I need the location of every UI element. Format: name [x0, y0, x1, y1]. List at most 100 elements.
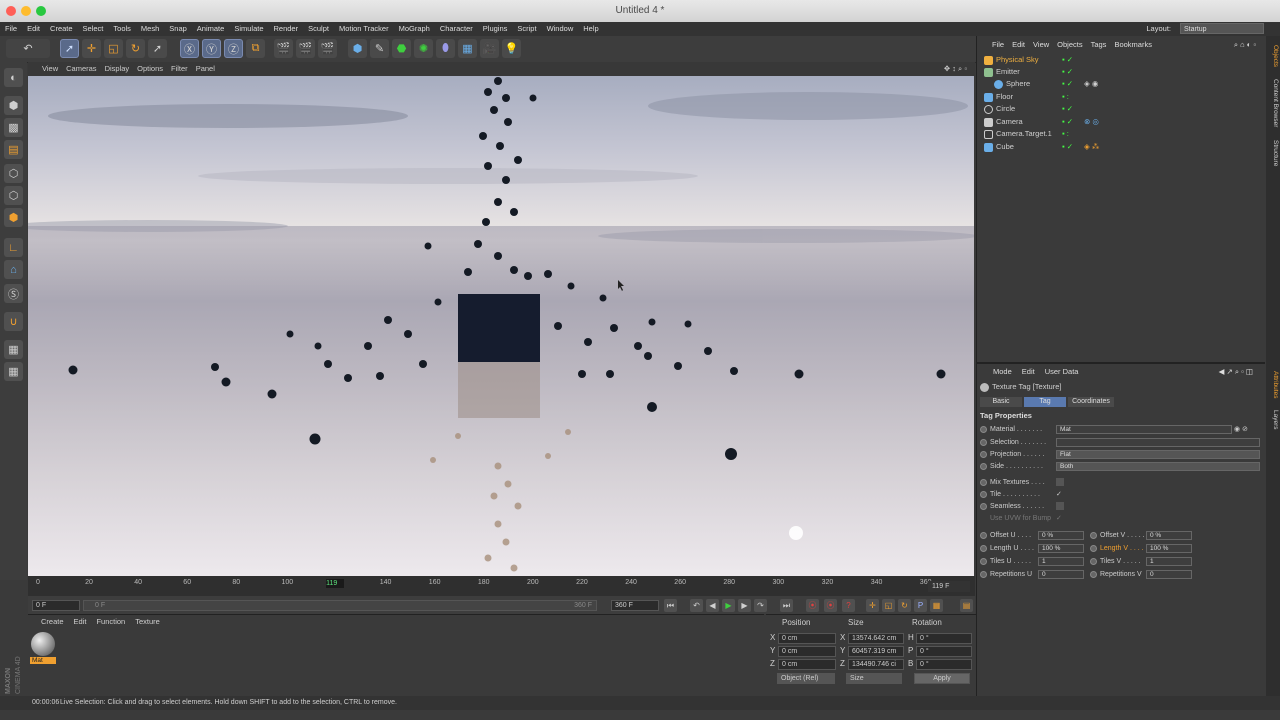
preview-range-slider[interactable]: 0 F 360 F — [83, 600, 597, 611]
object-row-sphere[interactable]: Sphere ▪ ✓ ◈ ◉ — [984, 78, 1274, 90]
length-u-field[interactable]: 100 % — [1038, 544, 1084, 553]
visibility-check-icon[interactable]: ▪ ✓ — [1062, 141, 1073, 153]
object-row-cube[interactable]: Cube ▪ ✓ ◈ ⁂ — [984, 141, 1264, 153]
side-tab-layers[interactable]: Layers — [1267, 408, 1279, 432]
model-mode-button[interactable]: ⬢ — [4, 96, 23, 115]
animate-radio-icon[interactable] — [980, 425, 987, 433]
menu-plugins[interactable]: Plugins — [478, 22, 513, 36]
next-key-button[interactable]: ↷ — [754, 599, 767, 612]
offset-v-field[interactable]: 0 % — [1146, 531, 1192, 540]
render-settings-button[interactable]: 🎬 — [318, 39, 337, 58]
visibility-check-icon[interactable]: ▪ : — [1062, 91, 1069, 103]
animate-radio-icon[interactable] — [980, 544, 987, 552]
viewport-menu-cameras[interactable]: Cameras — [62, 62, 100, 76]
object-row-camera-target[interactable]: Camera.Target.1 ▪ : — [984, 128, 1264, 140]
record-active-button[interactable]: ⦿ — [806, 599, 819, 612]
material-tag-icon[interactable]: ◈ ⁂ — [1084, 141, 1099, 153]
last-tool[interactable]: ➚ — [148, 39, 167, 58]
attributes-menu-edit[interactable]: Edit — [1017, 366, 1040, 378]
viewport-menu-filter[interactable]: Filter — [167, 62, 192, 76]
animate-radio-icon[interactable] — [980, 438, 987, 446]
key-scale-button[interactable]: ◱ — [882, 599, 895, 612]
end-frame-field[interactable]: 360 F — [611, 600, 659, 611]
spline-pen-button[interactable]: ✎ — [370, 39, 389, 58]
tweak-mode-button[interactable]: ⌂ — [4, 260, 23, 279]
animate-radio-icon[interactable] — [980, 450, 987, 458]
tile-checkbox[interactable]: ✓ — [1056, 489, 1064, 498]
side-tab-content-browser[interactable]: Content Browser — [1267, 74, 1279, 132]
use-uvw-bump-checkbox[interactable]: ✓ — [1056, 513, 1062, 524]
animate-radio-icon[interactable] — [980, 490, 987, 498]
menu-simulate[interactable]: Simulate — [229, 22, 268, 36]
object-menu-bookmarks[interactable]: Bookmarks — [1110, 38, 1156, 51]
floor-button[interactable]: ▦ — [458, 39, 477, 58]
coordinate-mode-select[interactable]: Object (Rel) — [777, 673, 835, 684]
key-parameter-button[interactable]: P — [914, 599, 927, 612]
side-tab-objects[interactable]: Objects — [1267, 42, 1279, 70]
axis-mode-button[interactable]: ∟ — [4, 238, 23, 257]
tab-coordinates[interactable]: Coordinates — [1068, 397, 1114, 407]
viewport-menu-panel[interactable]: Panel — [192, 62, 219, 76]
animate-radio-icon[interactable] — [980, 557, 987, 565]
key-rotation-button[interactable]: ↻ — [898, 599, 911, 612]
points-mode-button[interactable]: ⬡ — [4, 164, 23, 183]
target-tag-icon[interactable]: ⊗ ◎ — [1084, 116, 1099, 128]
live-selection-tool[interactable]: ➚ — [60, 39, 79, 58]
object-row-emitter[interactable]: Emitter ▪ ✓ — [984, 66, 1264, 78]
visibility-check-icon[interactable]: ▪ : — [1062, 128, 1069, 140]
animate-radio-icon[interactable] — [980, 570, 987, 578]
render-view-button[interactable]: 🎬 — [274, 39, 293, 58]
render-picture-viewer-button[interactable]: 🎬 — [296, 39, 315, 58]
tiles-u-field[interactable]: 1 — [1038, 557, 1084, 566]
polygons-mode-button[interactable]: ⬢ — [4, 208, 23, 227]
object-menu-tags[interactable]: Tags — [1087, 38, 1111, 51]
menu-file[interactable]: File — [0, 22, 22, 36]
key-pla-button[interactable]: ▦ — [930, 599, 943, 612]
autokey-button[interactable]: ⦿ — [824, 599, 837, 612]
keyframe-selection-button[interactable]: ? — [842, 599, 855, 612]
tab-basic[interactable]: Basic — [980, 397, 1022, 407]
visibility-check-icon[interactable]: ▪ ✓ — [1062, 103, 1073, 115]
projection-select[interactable]: Flat — [1056, 450, 1260, 459]
step-forward-button[interactable]: ▶ — [738, 599, 751, 612]
timeline-window-button[interactable]: ▤ — [960, 599, 973, 612]
make-editable-button[interactable]: ◐ — [4, 68, 23, 87]
viewport-nav-icons[interactable]: ✥ ↕ ⌕ ▫ — [940, 62, 971, 76]
menu-create[interactable]: Create — [45, 22, 78, 36]
workplane-mode-button[interactable]: ▤ — [4, 140, 23, 159]
position-x-field[interactable]: 0 cm — [778, 633, 836, 644]
length-v-field[interactable]: 100 % — [1146, 544, 1192, 553]
menu-character[interactable]: Character — [435, 22, 478, 36]
viewport-menu-options[interactable]: Options — [133, 62, 167, 76]
animate-radio-icon[interactable] — [1090, 570, 1097, 578]
object-menu-edit[interactable]: Edit — [1008, 38, 1029, 51]
menu-help[interactable]: Help — [578, 22, 603, 36]
move-tool[interactable]: ✛ — [82, 39, 101, 58]
object-manager-tools[interactable]: ⌕ ⌂ ◐ ▫ — [1230, 38, 1260, 51]
y-axis-button[interactable]: Ⓨ — [202, 39, 221, 58]
object-row-physical-sky[interactable]: Physical Sky ▪ ✓ — [984, 54, 1264, 66]
object-row-camera[interactable]: Camera ▪ ✓ ⊗ ◎ — [984, 116, 1264, 128]
object-menu-file[interactable]: File — [988, 38, 1008, 51]
repetitions-v-field[interactable]: 0 — [1146, 570, 1192, 579]
selection-field[interactable] — [1056, 438, 1260, 447]
scale-tool[interactable]: ◱ — [104, 39, 123, 58]
deformer-button[interactable]: ⬮ — [436, 39, 455, 58]
locked-workplane-button[interactable]: ▦ — [4, 362, 23, 381]
rotation-h-field[interactable]: 0 ° — [916, 633, 972, 644]
snap-button[interactable]: Ⓢ — [4, 284, 23, 303]
previous-key-button[interactable]: ↶ — [690, 599, 703, 612]
animate-radio-icon[interactable] — [980, 478, 987, 486]
menu-animate[interactable]: Animate — [192, 22, 230, 36]
offset-u-field[interactable]: 0 % — [1038, 531, 1084, 540]
material-menu-function[interactable]: Function — [91, 617, 130, 626]
apply-button[interactable]: Apply — [914, 673, 970, 684]
undo-button[interactable]: ↶ — [6, 39, 50, 58]
tab-tag[interactable]: Tag — [1024, 397, 1066, 407]
visibility-check-icon[interactable]: ▪ ✓ — [1062, 116, 1073, 128]
menu-select[interactable]: Select — [78, 22, 109, 36]
side-tab-structure[interactable]: Structure — [1267, 136, 1279, 170]
visibility-check-icon[interactable]: ▪ ✓ — [1062, 66, 1073, 78]
attributes-menu-user-data[interactable]: User Data — [1040, 366, 1084, 378]
cube-primitive-button[interactable]: ⬢ — [348, 39, 367, 58]
